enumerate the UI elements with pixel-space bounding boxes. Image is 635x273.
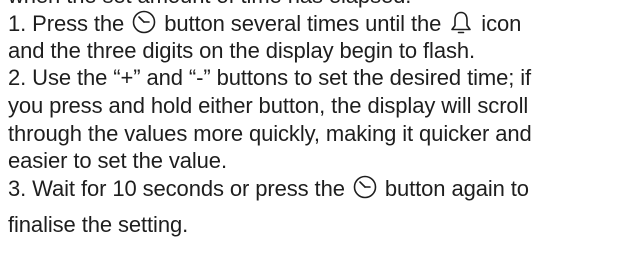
instruction-text: when the set amount of time has elapsed.… [0,0,635,273]
step-2-line-4: easier to set the value. [8,148,227,173]
step-2-line-1: 2. Use the “+” and “-” buttons to set th… [8,65,532,90]
step-1-line-2: and the three digits on the display begi… [8,38,475,63]
step-1-line-1: 1. Press the button several times until … [8,9,521,38]
step-3-text-b: button again to [378,176,529,201]
step-2-line-2: you press and hold either button, the di… [8,93,529,118]
timer-clock-icon [352,174,378,200]
step-3-text-a: 3. Wait for 10 seconds or press the [8,176,351,201]
step-2-line-3: through the values more quickly, making … [8,121,532,146]
timer-clock-icon [131,9,157,35]
step-1-text-b: button several times until the [158,11,448,36]
bell-icon [448,9,474,35]
step-3-line-2: finalise the setting. [8,212,189,237]
step-3-line-1: 3. Wait for 10 seconds or press the butt… [8,174,529,203]
step-1-text-c: icon [475,11,522,36]
step-1-text-a: 1. Press the [8,11,131,36]
